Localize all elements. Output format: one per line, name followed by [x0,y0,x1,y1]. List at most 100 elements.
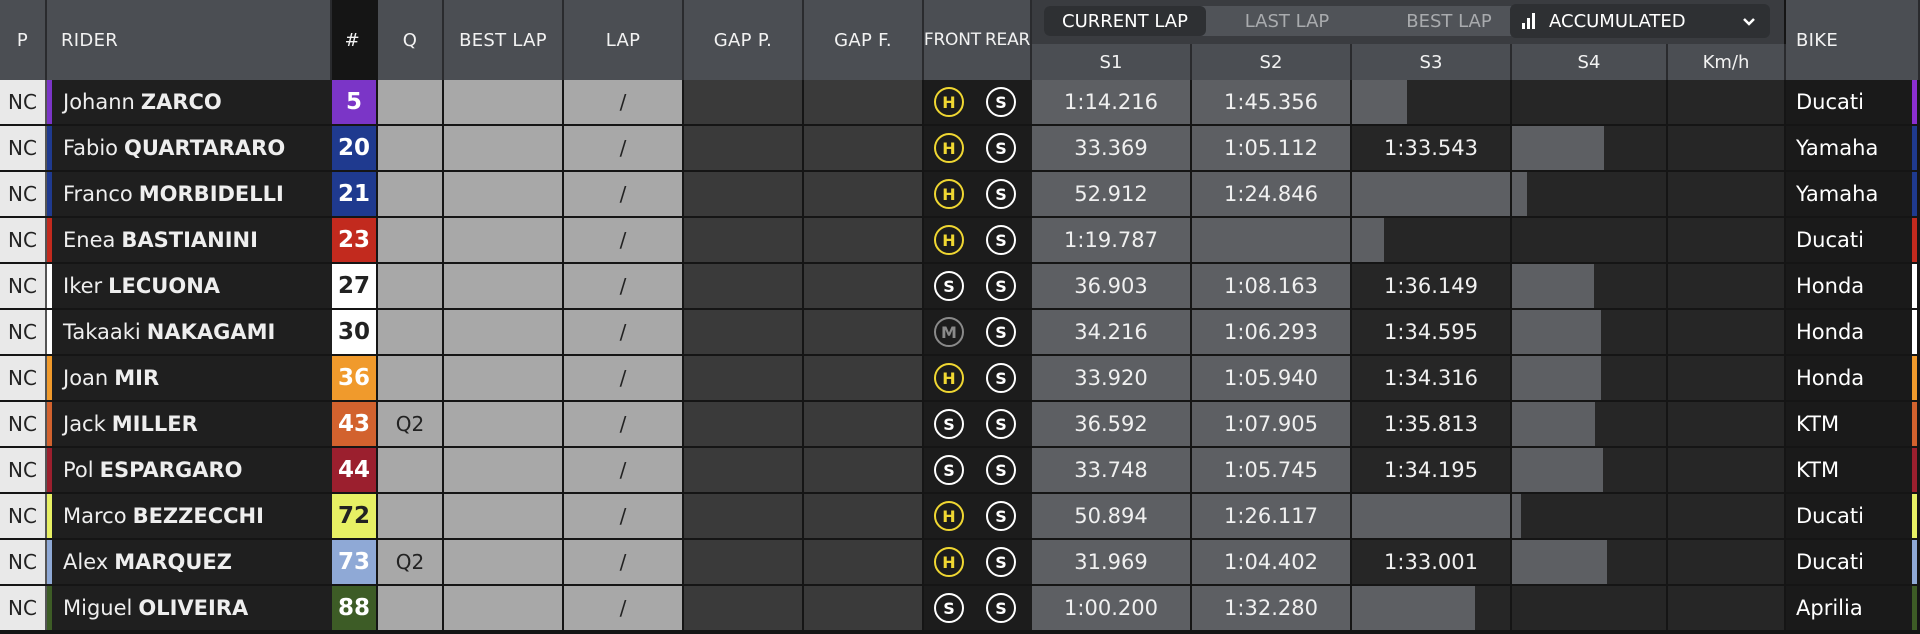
bike-color-stripe [1912,80,1917,124]
rider-number-badge: 44 [332,448,376,492]
position-cell: NC [0,540,47,584]
lap-cell: / [564,356,682,400]
sector-1-time: 33.369 [1074,136,1148,160]
sector-3-cell: 1:35.813 [1352,402,1510,446]
table-row[interactable]: NC Joan MIR 36 / H S 33.920 1:05.940 1:3… [0,356,1920,400]
gap-previous-cell [684,310,802,354]
position-cell: NC [0,494,47,538]
gap-first-cell [804,402,922,446]
sector-4-cell [1512,402,1666,446]
bike-cell: Honda [1786,310,1912,354]
sector-2-time: 1:06.293 [1224,320,1318,344]
speed-cell [1668,126,1784,170]
table-row[interactable]: NC Franco MORBIDELLI 21 / H S 52.912 1:2… [0,172,1920,216]
front-tyre-icon: H [934,501,964,531]
sector-2-time: 1:04.402 [1224,550,1318,574]
header-gap-first: GAP F. [804,0,924,80]
team-color-stripe [47,264,52,308]
lap-cell: / [564,540,682,584]
sector-2-cell: 1:05.112 [1192,126,1350,170]
rider-name-cell: Jack MILLER [47,402,332,446]
rear-tyre-icon: S [986,409,1016,439]
rear-tyre-icon: S [986,455,1016,485]
team-color-stripe [47,172,52,216]
qualifying-cell [378,310,442,354]
sector-2-cell: 1:45.356 [1192,80,1350,124]
gap-first-cell [804,494,922,538]
lap-cell: / [564,264,682,308]
speed-cell [1668,356,1784,400]
table-row[interactable]: NC Pol ESPARGARO 44 / S S 33.748 1:05.74… [0,448,1920,492]
dropdown-label: ACCUMULATED [1549,10,1686,32]
gap-previous-cell [684,80,802,124]
qualifying-cell [378,356,442,400]
sector-1-cell: 34.216 [1032,310,1190,354]
best-lap-cell [444,80,562,124]
best-lap-cell [444,126,562,170]
front-tyre-icon: S [934,271,964,301]
gap-first-cell [804,218,922,262]
rider-first-name: Fabio [63,136,119,160]
lap-cell: / [564,126,682,170]
qualifying-cell [378,126,442,170]
header-bike: BIKE [1786,0,1920,80]
sector-2-time: 1:24.846 [1224,182,1318,206]
front-tyre-icon: H [934,133,964,163]
sector-1-cell: 1:14.216 [1032,80,1190,124]
sector-3-cell [1352,586,1510,630]
rider-number-badge: 5 [332,80,376,124]
sector-4-progress [1512,494,1522,538]
speed-cell [1668,80,1784,124]
sector-1-cell: 33.748 [1032,448,1190,492]
sector-4-cell [1512,448,1666,492]
sector-2-cell: 1:32.280 [1192,586,1350,630]
rider-last-name: LECUONA [108,274,221,298]
gap-previous-cell [684,586,802,630]
rider-last-name: MIR [114,366,160,390]
gap-previous-cell [684,540,802,584]
sector-4-cell [1512,80,1666,124]
bike-color-stripe [1912,172,1917,216]
qualifying-cell: Q2 [378,402,442,446]
header-gap-previous: GAP P. [684,0,804,80]
rider-first-name: Enea [63,228,116,252]
tab-last-lap[interactable]: LAST LAP [1206,6,1368,36]
rider-name-cell: Enea BASTIANINI [47,218,332,262]
table-row[interactable]: NC Takaaki NAKAGAMI 30 / M S 34.216 1:06… [0,310,1920,354]
bike-color-stripe [1912,448,1917,492]
table-row[interactable]: NC Enea BASTIANINI 23 / H S 1:19.787 Duc… [0,218,1920,262]
accumulated-dropdown[interactable]: ACCUMULATED [1510,4,1770,38]
front-tyre-icon: S [934,409,964,439]
header-rider: RIDER [47,0,332,80]
sector-1-cell: 1:00.200 [1032,586,1190,630]
table-row[interactable]: NC Fabio QUARTARARO 20 / H S 33.369 1:05… [0,126,1920,170]
sector-4-cell [1512,540,1666,584]
front-tyre-icon: H [934,363,964,393]
sector-1-time: 1:00.200 [1064,596,1158,620]
lap-cell: / [564,494,682,538]
team-color-stripe [47,586,52,630]
table-row[interactable]: NC Alex MARQUEZ 73 Q2 / H S 31.969 1:04.… [0,540,1920,584]
best-lap-cell [444,218,562,262]
table-row[interactable]: NC Johann ZARCO 5 / H S 1:14.216 1:45.35… [0,80,1920,124]
gap-first-cell [804,448,922,492]
table-row[interactable]: NC Iker LECUONA 27 / S S 36.903 1:08.163… [0,264,1920,308]
header-q: Q [378,0,444,80]
header-position: P [0,0,47,80]
bike-cell: Ducati [1786,80,1912,124]
sector-2-time: 1:08.163 [1224,274,1318,298]
front-tyre-icon: H [934,225,964,255]
table-row[interactable]: NC Marco BEZZECCHI 72 / H S 50.894 1:26.… [0,494,1920,538]
table-row[interactable]: NC Jack MILLER 43 Q2 / S S 36.592 1:07.9… [0,402,1920,446]
rider-first-name: Marco [63,504,127,528]
rider-first-name: Franco [63,182,133,206]
speed-cell [1668,448,1784,492]
tab-best-lap[interactable]: BEST LAP [1368,6,1530,36]
sector-1-cell: 31.969 [1032,540,1190,584]
rear-tyre-icon: S [986,87,1016,117]
bike-color-stripe [1912,264,1917,308]
bike-cell: Ducati [1786,218,1912,262]
rider-first-name: Alex [63,550,109,574]
table-row[interactable]: NC Miguel OLIVEIRA 88 / S S 1:00.200 1:3… [0,586,1920,630]
tab-current-lap[interactable]: CURRENT LAP [1044,6,1206,36]
